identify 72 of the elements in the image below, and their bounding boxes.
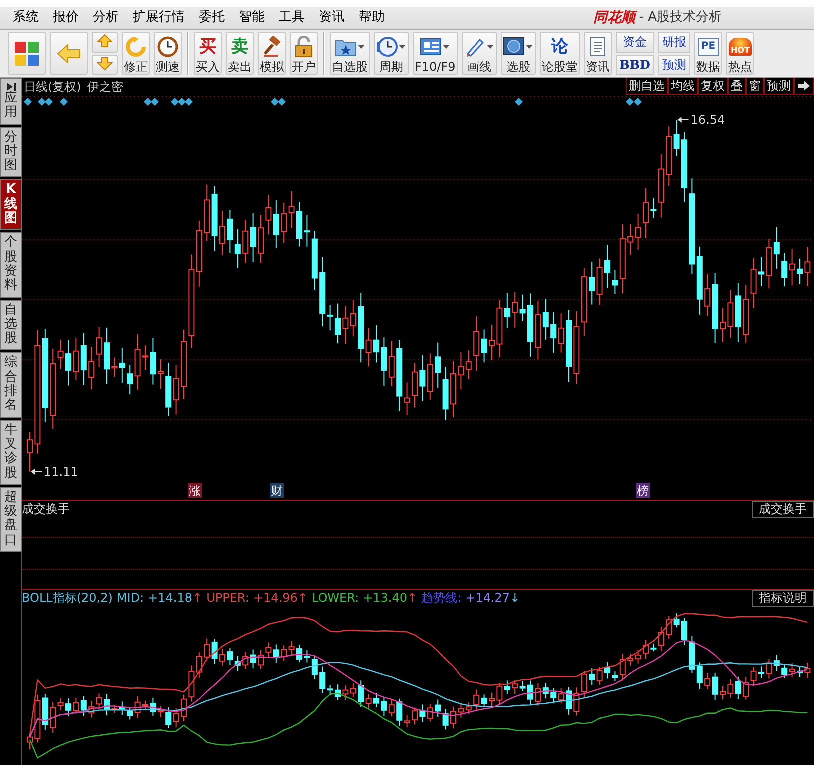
indicator-label: LOWER: [312, 590, 360, 607]
indicator-value: +14.18 [148, 590, 193, 607]
menu-item[interactable]: 智能 [232, 8, 272, 28]
window-title: - A股技术分析 [639, 9, 722, 27]
toolbar-button[interactable]: 买 买入 [194, 32, 222, 75]
toolbar-button[interactable]: 测速 [154, 32, 182, 75]
chart-button[interactable]: 删自选 [626, 78, 668, 95]
chart-button[interactable]: 叠 [728, 78, 746, 95]
event-tag[interactable]: 涨 [188, 483, 202, 498]
character-icon: 买 [200, 36, 216, 58]
menu-item[interactable]: 分析 [86, 8, 126, 28]
toolbar-button[interactable]: 模拟 [258, 32, 286, 75]
trend-arrow: ↑ [192, 590, 203, 607]
menu-item[interactable]: 帮助 [352, 8, 392, 28]
toolbar-button[interactable]: HOT 热点 [726, 32, 754, 75]
hot-icon: HOT [728, 38, 752, 56]
trend-arrow: ↓ [510, 590, 520, 607]
chart-title: 日线(复权) [24, 78, 82, 96]
toolbar-button[interactable]: 卖 卖出 [226, 32, 254, 75]
menu-item[interactable]: 委托 [192, 8, 232, 28]
toolbar-button[interactable]: 选股 [500, 32, 536, 75]
trend-arrow: ↑ [298, 590, 308, 607]
side-tab[interactable]: 综合排名 [0, 352, 22, 418]
character-icon: 论 [551, 36, 568, 58]
toolbar-button[interactable]: F10/F9 [413, 32, 458, 75]
toolbar-button[interactable]: 预测 [658, 54, 690, 75]
trend-arrow: ↑ [408, 590, 418, 607]
side-tab[interactable]: 自选股 [0, 300, 22, 350]
toolbar-button[interactable]: 修正 [122, 32, 150, 75]
chart-button[interactable]: 预测 [764, 78, 794, 95]
chart-button[interactable]: 窗 [746, 78, 764, 95]
menu-item[interactable]: 工具 [272, 8, 312, 28]
toolbar-button[interactable]: 开户 [290, 32, 318, 75]
app-logo: 同花顺 [593, 8, 636, 28]
indicator-label: UPPER: [206, 590, 250, 607]
toolbar-button[interactable]: PE 数据 [694, 32, 722, 75]
toolbar-button[interactable]: BBD [616, 54, 654, 75]
menu-item[interactable]: 资讯 [312, 8, 352, 28]
indicator-value: +14.96 [253, 590, 298, 607]
indicator-title: BOLL指标(20,2) [22, 590, 113, 607]
toolbar-button[interactable]: 周期 [374, 32, 409, 75]
high-price-label: 16.54 [690, 113, 726, 127]
chart-button[interactable]: 复权 [698, 78, 728, 95]
event-tag[interactable]: 财 [270, 483, 284, 498]
side-tab[interactable]: 个股资料 [0, 232, 22, 298]
toolbar-button[interactable]: 论 论股堂 [540, 32, 580, 75]
side-tab[interactable]: 牛叉诊股 [0, 420, 22, 485]
indicator-button[interactable]: 指标说明 [752, 590, 814, 606]
side-tab[interactable]: K线图 [0, 179, 22, 230]
side-tab[interactable]: 分时图 [0, 126, 22, 178]
chart-button[interactable]: 均线 [668, 78, 698, 95]
menu-item[interactable]: 报价 [46, 8, 86, 28]
toolbar-button[interactable]: 资讯 [584, 32, 612, 75]
indicator-button[interactable]: 成交换手 [752, 500, 814, 518]
menu-item[interactable]: 扩展行情 [126, 8, 192, 28]
character-icon: 卖 [232, 36, 248, 58]
toolbar-button[interactable]: 画线 [462, 32, 497, 75]
event-tag[interactable]: 榜 [636, 483, 650, 498]
side-tab[interactable]: 超级盘口 [0, 486, 22, 552]
toolbar-button[interactable]: 资金 [616, 32, 654, 52]
side-tab[interactable]: 应用 [0, 78, 22, 125]
toolbar-button[interactable]: 自选股 [330, 32, 370, 75]
indicator-value: +13.40 [363, 590, 408, 607]
indicator-label: MID: [116, 590, 144, 607]
toolbar-button[interactable]: 研报 [658, 32, 690, 52]
pe-icon: PE [698, 38, 719, 56]
indicator-value: +14.27 [466, 590, 510, 607]
panel-title: 成交换手 [22, 501, 70, 518]
low-price-label: 11.11 [44, 464, 78, 479]
stock-name: 伊之密 [87, 78, 124, 96]
menu-item[interactable]: 系统 [6, 8, 46, 28]
indicator-label: 趋势线: [422, 590, 462, 607]
